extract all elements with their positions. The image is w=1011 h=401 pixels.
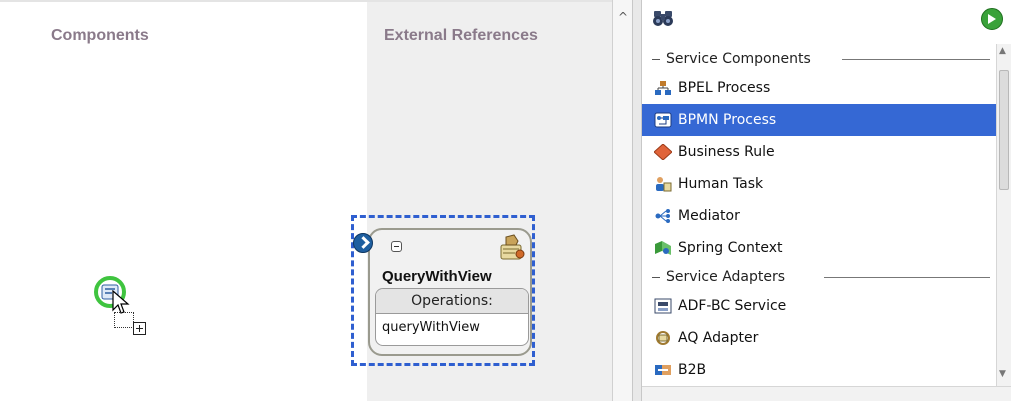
palette-item-label: ADF-BC Service — [678, 298, 787, 314]
operations-box: Operations: queryWithView — [375, 288, 529, 346]
palette-item-label: BPMN Process — [678, 112, 777, 128]
bpmn-process-icon — [654, 112, 672, 128]
section-rule — [824, 277, 990, 278]
external-references-title: External References — [384, 27, 538, 44]
scroll-up-icon[interactable]: ^ — [616, 10, 630, 24]
scroll-thumb[interactable] — [999, 70, 1009, 190]
section-title: Service Adapters — [666, 269, 786, 285]
palette-item-human-task[interactable]: Human Task — [642, 168, 996, 200]
section-rule — [842, 59, 990, 60]
palette-item-label: BPEL Process — [678, 80, 771, 96]
collapse-icon[interactable] — [391, 241, 402, 252]
palette-item-aq-adapter[interactable]: AQ Adapter — [642, 322, 996, 354]
drag-outline — [114, 312, 134, 328]
palette-item-mediator[interactable]: Mediator — [642, 200, 996, 232]
components-title: Components — [51, 27, 149, 44]
service-endpoint-icon[interactable] — [353, 233, 373, 253]
reference-name: QueryWithView — [382, 268, 492, 285]
section-collapse-icon — [652, 59, 660, 60]
section-service-components[interactable]: Service Components — [642, 48, 996, 72]
bpel-process-icon — [655, 81, 671, 95]
section-title: Service Components — [666, 51, 811, 67]
panel-splitter[interactable] — [632, 0, 642, 401]
scroll-down-icon[interactable]: ▼ — [999, 369, 1006, 379]
palette-item-spring-context[interactable]: Spring Context — [642, 232, 996, 264]
canvas-scrollbar[interactable]: ^ — [612, 0, 632, 401]
palette-item-adf-bc-service[interactable]: ADF-BC Service — [642, 290, 996, 322]
palette-item-bpel-process[interactable]: BPEL Process — [642, 72, 996, 104]
palette-scrollbar[interactable]: ▲ ▼ — [996, 44, 1011, 386]
operations-header: Operations: — [376, 289, 528, 314]
mediator-icon — [655, 209, 670, 223]
section-service-adapters[interactable]: Service Adapters — [642, 266, 996, 290]
palette-item-label: Mediator — [678, 208, 740, 224]
palette-item-label: Spring Context — [678, 240, 783, 256]
operation-item[interactable]: queryWithView — [376, 314, 528, 342]
b2b-icon — [655, 365, 671, 375]
palette-item-label: B2B — [678, 362, 707, 378]
palette-horizontal-scrollbar[interactable] — [642, 386, 1011, 401]
section-collapse-icon — [652, 277, 660, 278]
business-rule-icon — [654, 144, 672, 160]
spring-context-icon — [655, 241, 671, 255]
aq-adapter-icon — [656, 331, 670, 345]
scroll-up-icon[interactable]: ▲ — [999, 46, 1006, 56]
add-icon[interactable] — [981, 8, 1003, 30]
palette-item-b2b[interactable]: B2B — [642, 354, 996, 386]
components-swimlane[interactable]: Components — [0, 0, 367, 401]
palette-item-label: Business Rule — [678, 144, 775, 160]
palette-list: Service Components BPEL Process BPMN Pro… — [642, 44, 996, 401]
palette-item-label: AQ Adapter — [678, 330, 759, 346]
human-task-icon — [656, 177, 672, 192]
palette-toolbar — [642, 0, 1011, 40]
palette-item-label: Human Task — [678, 176, 764, 192]
adf-bc-service-icon — [654, 298, 672, 314]
palette-item-business-rule[interactable]: Business Rule — [642, 136, 996, 168]
copy-drop-icon — [133, 322, 146, 335]
adapter-icon — [500, 234, 525, 260]
palette-item-bpmn-process[interactable]: BPMN Process — [642, 104, 996, 136]
component-palette: Service Components BPEL Process BPMN Pro… — [642, 0, 1011, 401]
binoculars-icon[interactable] — [652, 8, 674, 28]
